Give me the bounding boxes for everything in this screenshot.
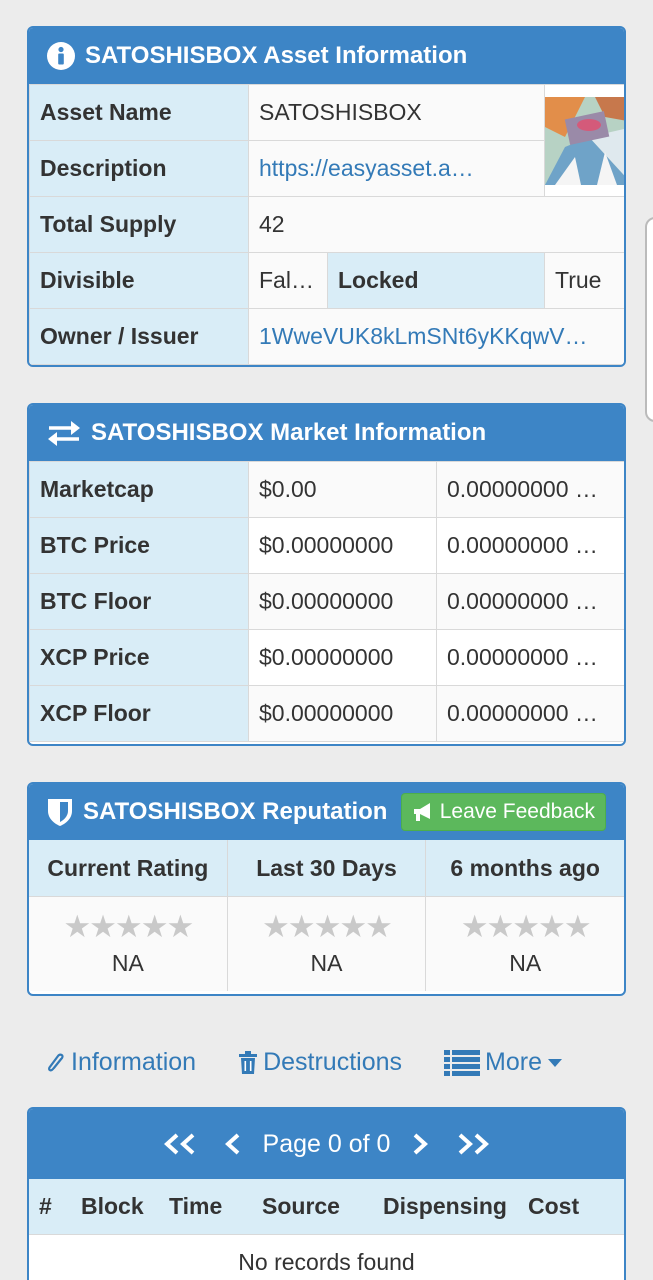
description-link[interactable]: https://easyasset.a… (259, 155, 474, 181)
owner-value: 1WweVUK8kLmSNt6yKKqwV… (247, 308, 624, 365)
page-indicator: Page 0 of 0 (262, 1129, 391, 1158)
rating-column: 6 months ago ★★★★★ NA (426, 840, 624, 991)
locked-label: Locked (326, 252, 546, 309)
market-row-label: Marketcap (29, 461, 249, 518)
rating-value: NA (509, 950, 542, 976)
tab-information[interactable]: Information (46, 1048, 196, 1077)
market-info-header: SATOSHISBOX Market Information (29, 405, 624, 461)
market-row-btc: 0.00000000 … (436, 685, 624, 742)
prev-page-icon[interactable] (224, 1133, 241, 1155)
total-supply-value: 42 (247, 196, 624, 253)
empty-message: No records found (29, 1235, 624, 1280)
market-info-title: SATOSHISBOX Market Information (91, 419, 487, 446)
caret-down-icon (547, 1058, 567, 1067)
reputation-title: SATOSHISBOX Reputation (83, 798, 388, 825)
locked-value: True (544, 252, 624, 309)
market-row-btc: 0.00000000 … (436, 461, 624, 518)
column-header[interactable]: Cost (528, 1193, 579, 1220)
table-row: XCP Price $0.00000000 0.00000000 … (29, 629, 624, 686)
divisible-label: Divisible (29, 252, 249, 309)
scroll-tab[interactable] (645, 217, 653, 422)
rating-header: 6 months ago (426, 840, 624, 897)
list-icon (444, 1049, 485, 1076)
rating-header: Last 30 Days (227, 840, 426, 897)
market-row-label: XCP Price (29, 629, 249, 686)
asset-info-panel: SATOSHISBOX Asset Information Asset Name… (27, 26, 626, 367)
trash-icon (238, 1050, 263, 1075)
rating-column: Last 30 Days ★★★★★ NA (227, 840, 427, 991)
market-info-table: Marketcap $0.00 0.00000000 … BTC Price $… (29, 461, 624, 742)
rating-value: NA (111, 950, 144, 976)
reputation-header: SATOSHISBOX Reputation Leave Feedback (29, 784, 624, 840)
exchange-icon (47, 420, 81, 446)
tab-destructions-label: Destructions (263, 1048, 403, 1076)
reputation-grid: Current Rating ★★★★★ NA Last 30 Days ★★★… (29, 840, 624, 991)
tab-information-label: Information (71, 1048, 197, 1076)
asset-image-cell (544, 84, 625, 197)
column-header[interactable]: Time (169, 1193, 262, 1220)
tab-more[interactable]: More (444, 1048, 567, 1077)
market-row-usd: $0.00000000 (248, 517, 437, 574)
owner-label: Owner / Issuer (29, 308, 249, 365)
column-header[interactable]: # (39, 1193, 81, 1220)
asset-name-value: SATOSHISBOX (247, 84, 546, 141)
table-header-row: # Block Time Source Dispensing Cost (29, 1179, 624, 1235)
asset-info-table: Asset Name SATOSHISBOX Description https… (29, 84, 625, 365)
rating-value: NA (310, 950, 343, 976)
table-row: Total Supply 42 (29, 196, 624, 253)
bullhorn-icon (412, 802, 434, 822)
table-row: Divisible Fal… Locked True (29, 252, 624, 309)
market-row-label: XCP Floor (29, 685, 249, 742)
owner-link[interactable]: 1WweVUK8kLmSNt6yKKqwV… (259, 323, 588, 349)
market-row-label: BTC Floor (29, 573, 249, 630)
market-row-btc: 0.00000000 … (436, 629, 624, 686)
records-panel: Page 0 of 0 # Block Time Source Dispensi… (27, 1107, 626, 1280)
table-row: BTC Price $0.00000000 0.00000000 … (29, 517, 624, 574)
asset-image[interactable] (545, 96, 625, 185)
column-header[interactable]: Block (81, 1193, 169, 1220)
table-row: Asset Name SATOSHISBOX (29, 84, 624, 197)
asset-info-title: SATOSHISBOX Asset Information (85, 42, 468, 69)
table-row: Marketcap $0.00 0.00000000 … (29, 461, 624, 518)
market-row-btc: 0.00000000 … (436, 573, 624, 630)
reputation-panel: SATOSHISBOX Reputation Leave Feedback Cu… (27, 782, 626, 996)
market-row-usd: $0.00000000 (248, 685, 437, 742)
pagination-bar: Page 0 of 0 (29, 1109, 624, 1179)
leave-feedback-button[interactable]: Leave Feedback (400, 793, 606, 831)
rating-column: Current Rating ★★★★★ NA (29, 840, 228, 991)
market-row-label: BTC Price (29, 517, 249, 574)
rating-header: Current Rating (29, 840, 227, 897)
table-row: Description https://easyasset.a… (29, 140, 625, 197)
info-icon (47, 42, 75, 70)
table-row: BTC Floor $0.00000000 0.00000000 … (29, 573, 624, 630)
section-nav: Information Destructions More (46, 1048, 606, 1077)
first-page-icon[interactable] (163, 1133, 197, 1155)
table-row: XCP Floor $0.00000000 0.00000000 … (29, 685, 624, 742)
next-page-icon[interactable] (412, 1133, 429, 1155)
description-value: https://easyasset.a… (247, 140, 546, 197)
market-info-panel: SATOSHISBOX Market Information Marketcap… (27, 403, 626, 746)
tab-destructions[interactable]: Destructions (238, 1048, 402, 1077)
market-row-btc: 0.00000000 … (436, 517, 624, 574)
star-rating: ★★★★★ (63, 909, 194, 944)
leave-feedback-label: Leave Feedback (439, 800, 595, 823)
last-page-icon[interactable] (456, 1133, 490, 1155)
market-row-usd: $0.00 (248, 461, 437, 518)
total-supply-label: Total Supply (29, 196, 249, 253)
market-row-usd: $0.00000000 (248, 573, 437, 630)
tab-more-label: More (485, 1048, 542, 1076)
star-rating: ★★★★★ (262, 909, 393, 944)
table-row: Owner / Issuer 1WweVUK8kLmSNt6yKKqwV… (29, 308, 624, 365)
column-header[interactable]: Source (262, 1193, 383, 1220)
description-label: Description (29, 140, 249, 197)
asset-info-header: SATOSHISBOX Asset Information (29, 28, 624, 84)
column-header[interactable]: Dispensing (383, 1193, 528, 1220)
market-row-usd: $0.00000000 (248, 629, 437, 686)
divisible-value: Fal… (248, 252, 328, 309)
shield-icon (47, 797, 73, 827)
star-rating: ★★★★★ (460, 909, 592, 944)
asset-name-label: Asset Name (29, 84, 249, 141)
paperclip-icon (46, 1050, 71, 1076)
